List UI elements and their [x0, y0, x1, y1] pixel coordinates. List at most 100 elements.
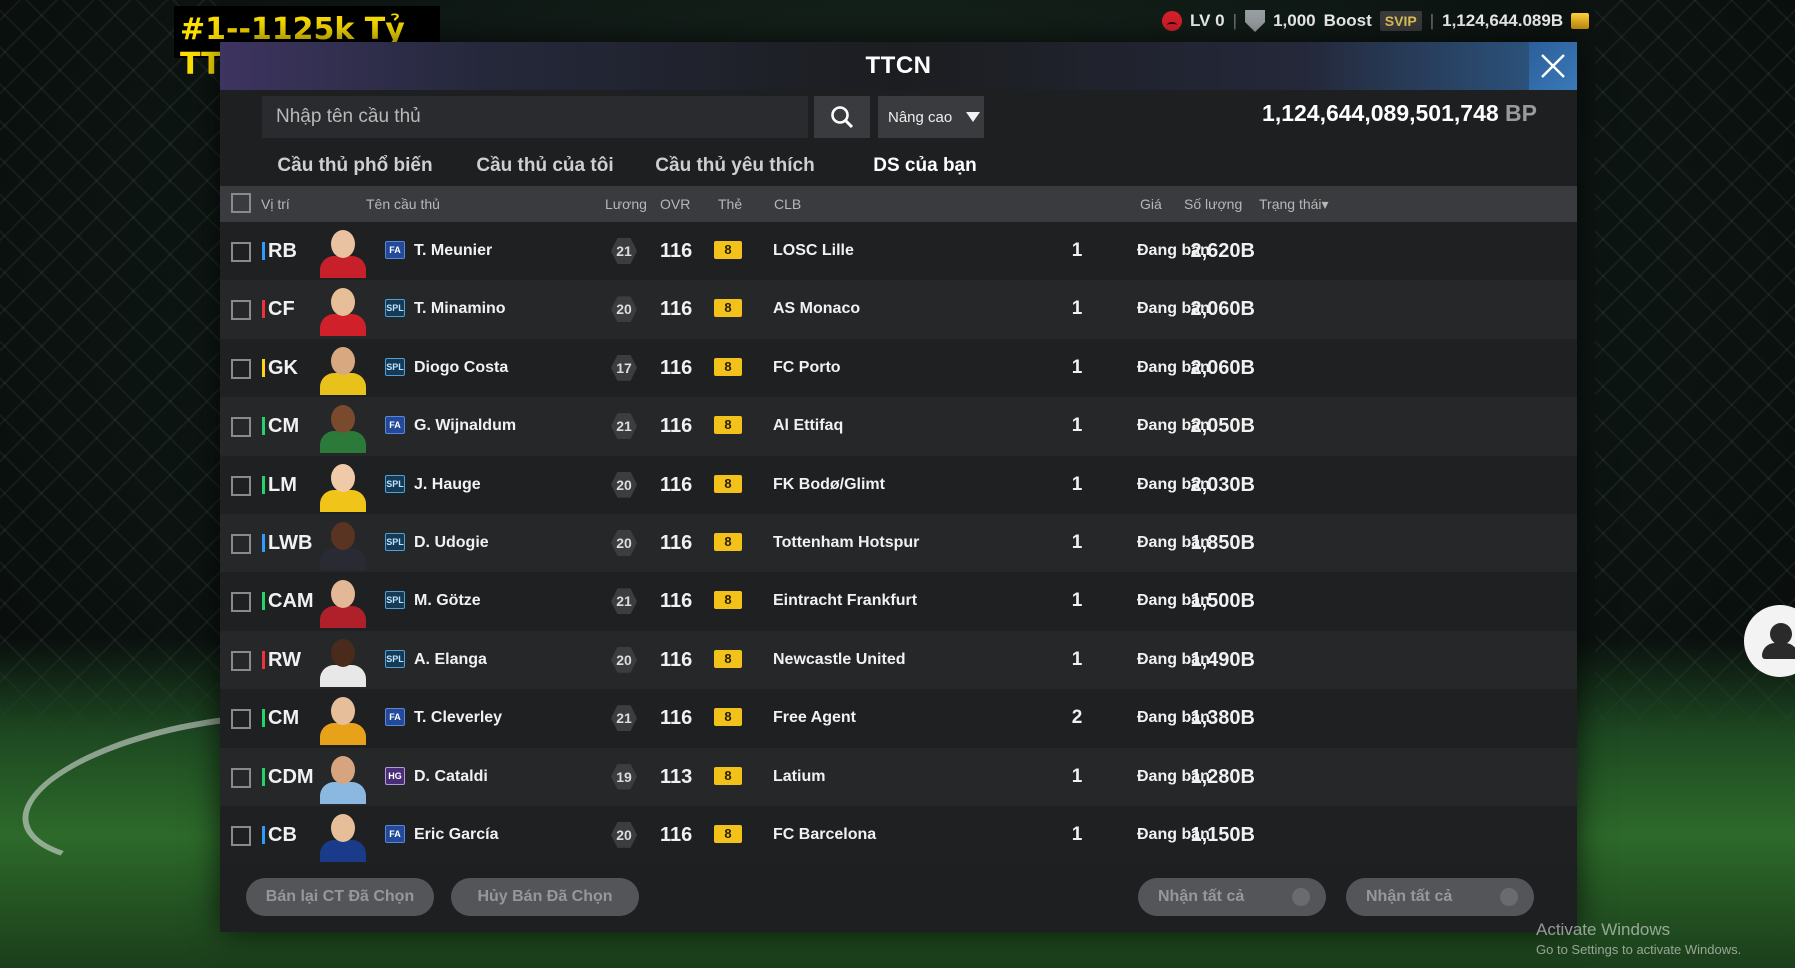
- row-checkbox[interactable]: [231, 767, 251, 788]
- search-button[interactable]: [814, 96, 870, 138]
- ovr-value: 113: [660, 765, 693, 788]
- card-level-badge: 8: [714, 649, 742, 668]
- bp-balance: 1,124,644,089,501,748 BP: [1262, 100, 1537, 127]
- level-face-icon: [1162, 11, 1182, 31]
- table-row[interactable]: CM FA G. Wijnaldum 21 116 8 Al Ettifaq 2,050B 1 Đ…: [220, 397, 1577, 456]
- tab-1[interactable]: Cầu thủ của tôi: [450, 146, 640, 190]
- row-checkbox[interactable]: [231, 709, 251, 730]
- table-row[interactable]: GK SPL Diogo Costa 17 116 8 FC Porto 2,060B 1 Đan…: [220, 338, 1577, 398]
- row-checkbox[interactable]: [231, 825, 251, 846]
- player-name[interactable]: Eric García: [414, 826, 499, 844]
- player-avatar-head: [331, 521, 355, 550]
- column-status[interactable]: Trạng thái▾: [1259, 196, 1329, 213]
- close-button[interactable]: [1529, 42, 1577, 90]
- quantity-value: 1: [1071, 590, 1083, 612]
- player-avatar: [316, 693, 370, 746]
- column-name[interactable]: Tên cầu thủ: [366, 196, 440, 212]
- card-level-badge: 8: [714, 474, 742, 493]
- row-checkbox[interactable]: [231, 650, 251, 671]
- player-name[interactable]: D. Cataldi: [414, 768, 488, 786]
- player-avatar-shirt: [320, 606, 366, 629]
- status-text: Đang bán: [1137, 533, 1210, 551]
- player-name[interactable]: A. Elanga: [414, 651, 487, 669]
- table-row[interactable]: RW SPL A. Elanga 20 116 8 Newcastle United 1,49…: [220, 630, 1577, 690]
- player-name[interactable]: D. Udogie: [414, 534, 489, 552]
- table-row[interactable]: CM FA T. Cleverley 21 116 8 Free Agent 1,380B 2 Đ…: [220, 689, 1577, 748]
- salary-badge: 19: [611, 763, 637, 790]
- bp-balance-unit: BP: [1505, 100, 1537, 126]
- column-club[interactable]: CLB: [774, 196, 801, 212]
- club-name: LOSC Lille: [773, 242, 854, 259]
- listing-table-body: RB FA T. Meunier 21 116 8 LOSC Lille 2,620B 1 Đan…: [220, 222, 1577, 865]
- player-avatar: [316, 460, 370, 512]
- player-avatar-shirt: [320, 372, 366, 395]
- position-label: CF: [262, 298, 295, 321]
- row-checkbox[interactable]: [231, 533, 251, 554]
- position-label: CDM: [262, 766, 314, 789]
- cancel-selected-label: Hủy Bán Đã Chọn: [477, 888, 613, 905]
- row-checkbox[interactable]: [231, 300, 251, 321]
- ovr-value: 116: [660, 590, 693, 613]
- season-badge-icon: FA: [385, 708, 405, 727]
- table-row[interactable]: LWB SPL D. Udogie 20 116 8 Tottenham Hotspur 1,…: [220, 513, 1577, 573]
- bp-balance-value: 1,124,644,089,501,748: [1262, 100, 1499, 126]
- salary-badge: 21: [611, 413, 637, 440]
- table-row[interactable]: CB FA Eric García 20 116 8 FC Barcelona 1,150B 1…: [220, 805, 1577, 865]
- ovr-value: 116: [660, 240, 693, 262]
- search-row: Nâng cao 1,124,644,089,501,748 BP: [262, 96, 1537, 138]
- table-row[interactable]: CDM HG D. Cataldi 19 113 8 Latium 1,280B 1 Đang b…: [220, 747, 1577, 806]
- advanced-filter-dropdown[interactable]: Nâng cao: [878, 96, 984, 138]
- resell-selected-button[interactable]: Bán lại CT Đã Chọn: [246, 878, 434, 916]
- column-ovr[interactable]: OVR: [660, 196, 690, 212]
- windows-activation-subtitle: Go to Settings to activate Windows.: [1536, 942, 1742, 957]
- player-name[interactable]: Diogo Costa: [414, 359, 508, 377]
- tab-3[interactable]: DS của bạn: [830, 146, 1020, 190]
- table-row[interactable]: RB FA T. Meunier 21 116 8 LOSC Lille 2,620B 1 Đan…: [220, 222, 1577, 281]
- player-name[interactable]: T. Minamino: [414, 300, 506, 318]
- player-name[interactable]: T. Meunier: [414, 242, 492, 260]
- table-row[interactable]: CF SPL T. Minamino 20 116 8 AS Monaco 2,060B 1 Đa…: [220, 280, 1577, 339]
- row-checkbox[interactable]: [231, 417, 251, 438]
- player-name[interactable]: M. Götze: [414, 592, 481, 610]
- card-level-badge: 8: [714, 708, 742, 727]
- player-avatar-shirt: [320, 839, 366, 862]
- player-avatar-head: [331, 697, 355, 726]
- cancel-selected-button[interactable]: Hủy Bán Đã Chọn: [451, 878, 639, 916]
- table-row[interactable]: LM SPL J. Hauge 20 116 8 FK Bodø/Glimt 2,030B 1 Đ…: [220, 455, 1577, 514]
- position-label: LWB: [262, 532, 312, 555]
- club-name: FC Barcelona: [773, 825, 877, 843]
- salary-badge: 20: [611, 471, 637, 498]
- quantity-value: 1: [1071, 415, 1083, 437]
- tab-0[interactable]: Cầu thủ phổ biến: [260, 146, 450, 190]
- boost-label[interactable]: Boost: [1324, 11, 1372, 31]
- column-salary[interactable]: Lương: [605, 196, 647, 212]
- row-checkbox[interactable]: [231, 475, 251, 496]
- tab-2[interactable]: Cầu thủ yêu thích: [640, 146, 830, 190]
- club-name: Free Agent: [773, 709, 856, 727]
- player-name[interactable]: G. Wijnaldum: [414, 417, 516, 435]
- row-checkbox[interactable]: [231, 358, 251, 379]
- card-level-badge: 8: [714, 766, 742, 785]
- ovr-value: 116: [660, 648, 693, 671]
- column-quantity[interactable]: Số lượng: [1184, 196, 1242, 212]
- player-name[interactable]: J. Hauge: [414, 476, 481, 494]
- advanced-filter-label: Nâng cao: [888, 108, 953, 126]
- status-text: Đang bán: [1137, 592, 1210, 610]
- row-checkbox[interactable]: [231, 242, 251, 262]
- collect-all-players-button[interactable]: Nhận tất cả: [1138, 878, 1326, 916]
- select-all-checkbox[interactable]: [231, 193, 251, 213]
- column-card[interactable]: Thẻ: [718, 196, 742, 212]
- table-row[interactable]: CAM SPL M. Götze 21 116 8 Eintracht Frankfurt 1…: [220, 572, 1577, 631]
- column-price[interactable]: Giá: [1140, 196, 1162, 212]
- svip-badge[interactable]: SVIP: [1379, 11, 1422, 31]
- player-search-input[interactable]: [262, 96, 808, 138]
- points-value: 1,000: [1273, 11, 1316, 30]
- ovr-value: 116: [660, 823, 693, 846]
- column-position[interactable]: Vị trí: [261, 196, 290, 212]
- player-avatar: [316, 343, 370, 395]
- row-checkbox[interactable]: [231, 592, 251, 613]
- collect-all-coins-button[interactable]: Nhận tất cả: [1346, 878, 1534, 916]
- quantity-value: 1: [1071, 765, 1083, 787]
- season-badge-icon: SPL: [385, 591, 405, 610]
- player-name[interactable]: T. Cleverley: [414, 709, 502, 727]
